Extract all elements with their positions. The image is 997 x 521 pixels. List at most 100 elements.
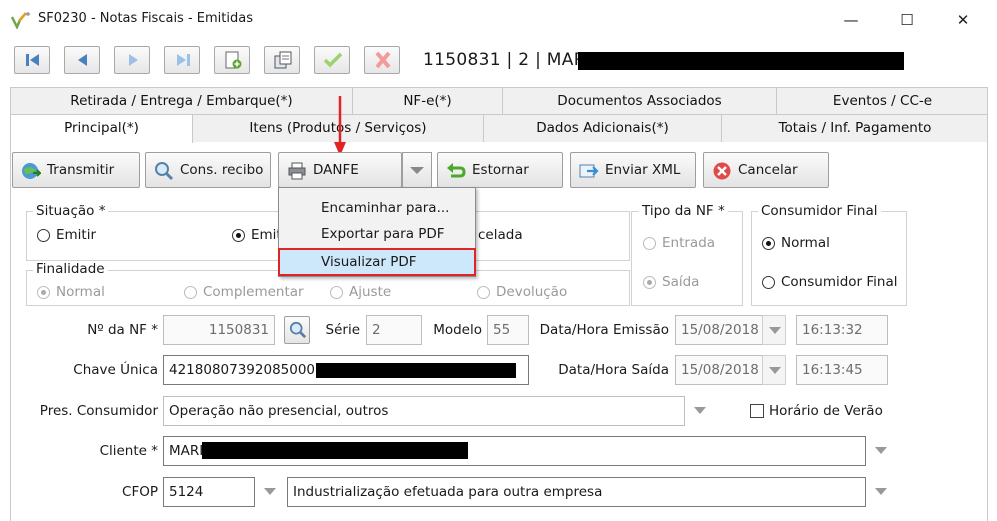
- menu-item-encaminhar[interactable]: Encaminhar para...: [279, 195, 475, 221]
- situacao-emitir-radio[interactable]: [37, 229, 50, 242]
- consumidor-normal-radio[interactable]: [762, 237, 775, 250]
- pres-consumidor-label: Pres. Consumidor: [39, 403, 158, 419]
- emissao-label: Data/Hora Emissão: [539, 322, 669, 338]
- tipo-nf-group: [631, 211, 743, 306]
- modelo-label: Modelo: [433, 322, 482, 338]
- annotation-arrow-icon: [334, 96, 346, 156]
- finalidade-complementar-radio[interactable]: [184, 286, 197, 299]
- cfop-description-field[interactable]: Industrialização efetuada para outra emp…: [287, 477, 866, 507]
- cfop-label: CFOP: [122, 484, 158, 500]
- cancel-x-icon: [375, 51, 391, 69]
- finalidade-ajuste-radio[interactable]: [330, 286, 343, 299]
- cliente-dropdown[interactable]: [869, 436, 893, 466]
- danfe-dropdown-button[interactable]: [402, 152, 432, 188]
- cancel-circle-icon: [713, 162, 731, 180]
- serie-field[interactable]: 2: [366, 315, 422, 345]
- redacted-block: [578, 52, 904, 70]
- estornar-button[interactable]: Estornar: [437, 152, 563, 188]
- consumidor-final-title: Consumidor Final: [758, 203, 881, 219]
- undo-arrow-icon: [447, 163, 466, 178]
- copy-document-button[interactable]: [264, 46, 300, 74]
- situacao-title: Situação *: [33, 203, 109, 219]
- saida-time-field[interactable]: 16:13:45: [796, 355, 888, 385]
- finalidade-normal-label: Normal: [56, 284, 105, 300]
- consumidor-final-label: Consumidor Final: [781, 274, 898, 290]
- danfe-label: DANFE: [313, 162, 359, 178]
- previous-record-icon: [78, 54, 87, 66]
- cancel-edit-button[interactable]: [364, 46, 400, 74]
- finalidade-complementar-label: Complementar: [203, 284, 304, 300]
- nf-search-button[interactable]: [284, 316, 310, 344]
- tab-principal[interactable]: Principal(*): [11, 115, 193, 143]
- pres-consumidor-select[interactable]: Operação não presencial, outros: [163, 396, 685, 426]
- last-record-button[interactable]: [164, 46, 200, 74]
- emissao-time-field[interactable]: 16:13:32: [796, 315, 888, 345]
- consumidor-final-radio[interactable]: [762, 276, 775, 289]
- tab-documentos-associados[interactable]: Documentos Associados: [503, 88, 777, 115]
- send-xml-icon: [579, 164, 599, 178]
- situacao-emitida-radio[interactable]: [232, 229, 245, 242]
- cancelar-label: Cancelar: [738, 162, 798, 178]
- cons-recibo-label: Cons. recibo: [180, 162, 264, 178]
- danfe-button[interactable]: DANFE: [278, 152, 402, 188]
- nf-number-label: Nº da NF *: [87, 322, 158, 338]
- tipo-saida-label: Saída: [662, 274, 700, 290]
- tab-nfe[interactable]: NF-e(*): [353, 88, 503, 115]
- danfe-menu: Encaminhar para... Exportar para PDF Vis…: [278, 187, 476, 277]
- finalidade-ajuste-label: Ajuste: [349, 284, 392, 300]
- tab-row-top: Retirada / Entrega / Embarque(*) NF-e(*)…: [10, 87, 988, 115]
- app-logo-icon: [10, 12, 30, 29]
- horario-verao-checkbox[interactable]: [750, 404, 764, 418]
- tab-totais[interactable]: Totais / Inf. Pagamento: [722, 115, 988, 142]
- emissao-date-dropdown[interactable]: [762, 315, 786, 345]
- cfop-description-dropdown[interactable]: [869, 477, 893, 507]
- finalidade-title: Finalidade: [33, 261, 108, 277]
- next-record-icon: [129, 54, 138, 66]
- tipo-entrada-radio[interactable]: [643, 237, 656, 250]
- estornar-label: Estornar: [472, 162, 529, 178]
- menu-item-visualizar-pdf[interactable]: Visualizar PDF: [278, 248, 476, 276]
- tab-eventos[interactable]: Eventos / CC-e: [777, 88, 988, 115]
- new-document-icon: [225, 51, 242, 69]
- copy-document-icon: [274, 51, 292, 69]
- confirm-button[interactable]: [314, 46, 350, 74]
- saida-label: Data/Hora Saída: [558, 362, 669, 378]
- tab-retirada-entrega[interactable]: Retirada / Entrega / Embarque(*): [11, 88, 353, 115]
- magnifier-icon: [155, 162, 174, 181]
- menu-item-exportar-pdf[interactable]: Exportar para PDF: [279, 221, 475, 247]
- enviar-xml-label: Enviar XML: [605, 162, 681, 178]
- minimize-button[interactable]: —: [836, 8, 866, 32]
- horario-verao-label: Horário de Verão: [769, 403, 883, 419]
- cancelar-button[interactable]: Cancelar: [703, 152, 829, 188]
- cfop-dropdown[interactable]: [258, 477, 282, 507]
- enviar-xml-button[interactable]: Enviar XML: [570, 152, 696, 188]
- next-record-button[interactable]: [114, 46, 150, 74]
- saida-date-dropdown[interactable]: [762, 355, 786, 385]
- new-document-button[interactable]: [214, 46, 250, 74]
- printer-icon: [288, 162, 306, 180]
- finalidade-devolucao-radio[interactable]: [477, 286, 490, 299]
- pres-consumidor-dropdown[interactable]: [688, 396, 712, 426]
- finalidade-normal-radio[interactable]: [37, 286, 50, 299]
- close-button[interactable]: ✕: [948, 8, 978, 32]
- nf-number-field[interactable]: 1150831: [163, 315, 275, 345]
- chevron-down-icon: [410, 167, 424, 174]
- redacted-block: [202, 442, 468, 459]
- serie-label: Série: [325, 322, 360, 338]
- magnifier-icon: [289, 321, 307, 339]
- maximize-button[interactable]: ☐: [892, 8, 922, 32]
- finalidade-devolucao-label: Devolução: [496, 284, 568, 300]
- transmitir-button[interactable]: Transmitir: [12, 152, 140, 188]
- previous-record-button[interactable]: [64, 46, 100, 74]
- transmit-globe-icon: [22, 163, 41, 179]
- cliente-label: Cliente *: [99, 443, 158, 459]
- modelo-field[interactable]: 55: [487, 315, 529, 345]
- redacted-block: [316, 363, 516, 378]
- tipo-saida-radio[interactable]: [643, 276, 656, 289]
- cons-recibo-button[interactable]: Cons. recibo: [145, 152, 271, 188]
- window-title: SF0230 - Notas Fiscais - Emitidas: [38, 11, 253, 26]
- cfop-field[interactable]: 5124: [163, 477, 255, 507]
- first-record-button[interactable]: [14, 46, 50, 74]
- tab-dados-adicionais[interactable]: Dados Adicionais(*): [484, 115, 722, 142]
- title-bar: SF0230 - Notas Fiscais - Emitidas — ☐ ✕: [0, 0, 997, 40]
